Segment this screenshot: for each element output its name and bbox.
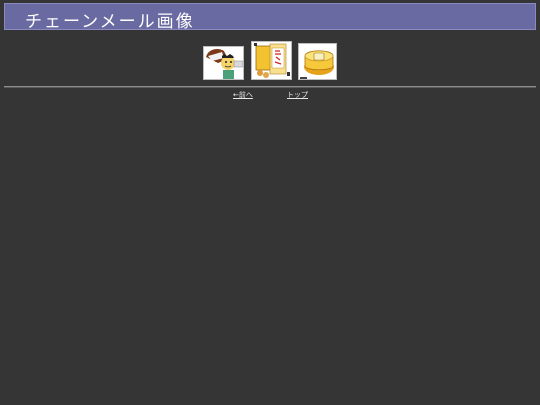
thumbnail-2[interactable]: [251, 41, 292, 80]
yellow-sticker-icon: [299, 44, 336, 79]
cartoon-man-with-cup-icon: [204, 47, 243, 79]
prev-page-link[interactable]: ←前へ: [233, 90, 253, 100]
vending-card-icon: [252, 42, 291, 79]
thumbnail-1[interactable]: [203, 46, 244, 80]
top-page-link[interactable]: トップ: [287, 90, 308, 100]
horizontal-divider: [4, 86, 536, 88]
thumbnail-3[interactable]: [298, 43, 337, 80]
page-title: チェーンメール画像: [25, 12, 195, 32]
title-bar: チェーンメール画像: [4, 3, 536, 32]
thumbnail-row: [0, 40, 540, 82]
